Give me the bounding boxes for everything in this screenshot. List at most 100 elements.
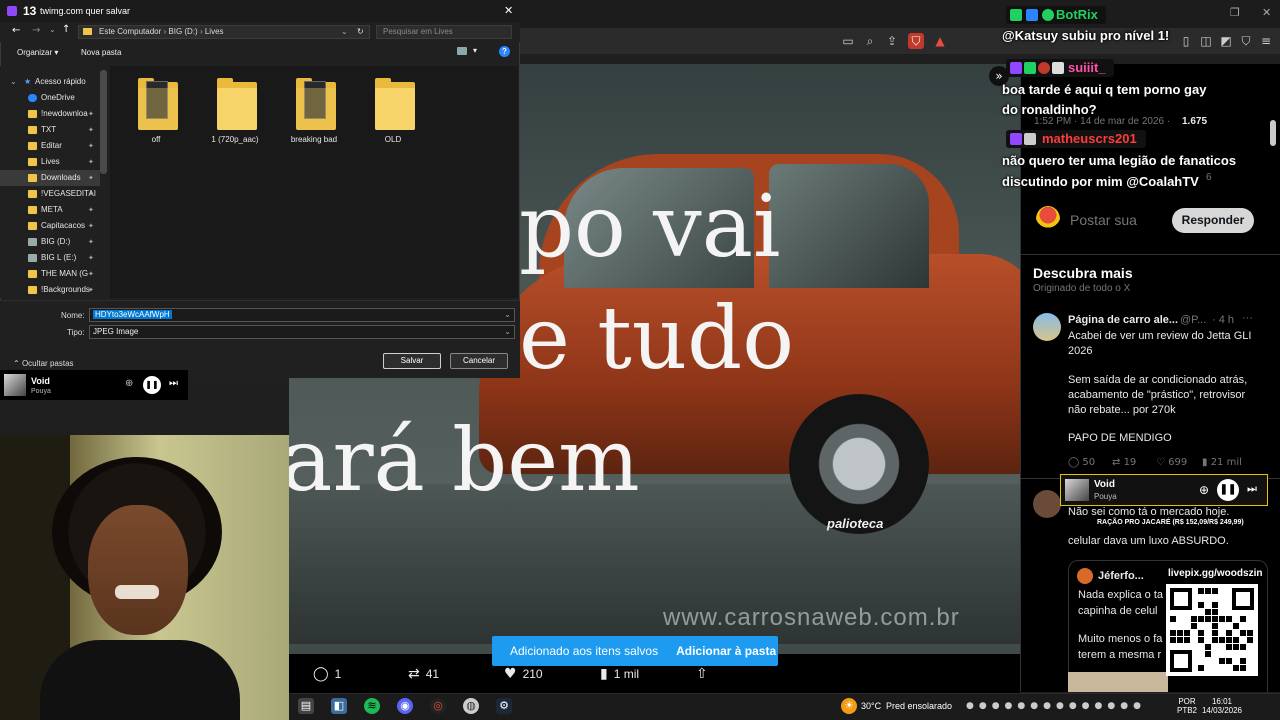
reply-action[interactable]: ◯ 1 (313, 666, 341, 682)
share-action[interactable]: ⇧ (696, 666, 708, 682)
nav-item[interactable]: META ✦ (0, 202, 100, 218)
nav-item[interactable]: TXT ✦ (0, 122, 100, 138)
nav-item[interactable]: OneDrive (0, 90, 100, 106)
dialog-close-icon[interactable]: ✕ (504, 0, 513, 22)
close-window-icon[interactable]: ✕ (1262, 6, 1271, 19)
menu-icon[interactable]: ≡ (1258, 33, 1274, 49)
repost-action[interactable]: ⇄ 41 (408, 666, 439, 682)
qr-module (1212, 616, 1218, 622)
file-item[interactable]: 1 (720p_aac) (200, 72, 270, 152)
breadcrumb-2[interactable]: Lives (205, 27, 224, 36)
chevron-down-icon[interactable]: ⌄ (341, 26, 348, 38)
zoom-icon[interactable]: ⌕ (862, 33, 878, 49)
nav-item[interactable]: ⌄ ★ Acesso rápido (0, 74, 100, 90)
post1-more-icon[interactable]: ··· (1242, 311, 1253, 326)
screen-icon[interactable]: ▭ (840, 33, 856, 49)
chevron-down-icon[interactable]: ⌄ (504, 326, 511, 338)
breadcrumb-1[interactable]: BIG (D:) (168, 27, 197, 36)
next-track-icon[interactable]: ⏭ (1247, 482, 1257, 496)
pause-icon[interactable]: ❚❚ (143, 376, 161, 394)
filename-input[interactable]: HDYto3eWcAAfWpH ⌄ (89, 308, 515, 322)
qr-module (1198, 637, 1204, 643)
like-action[interactable]: ♥ 210 (504, 666, 543, 682)
nav-item[interactable]: !newdownloa ✦ (0, 106, 100, 122)
start-icon[interactable]: ▤ (298, 698, 314, 714)
views-action[interactable]: ▮ 1 mil (600, 666, 639, 682)
add-icon[interactable]: ⊕ (1199, 483, 1209, 497)
nav-item[interactable]: THE MAN (G ✦ (0, 266, 100, 282)
folder-icon (296, 78, 336, 130)
post1-author[interactable]: Página de carro ale... (1068, 313, 1178, 328)
add-to-folder-link[interactable]: Adicionar à pasta (676, 644, 776, 658)
up-icon[interactable]: ↑ (62, 24, 70, 35)
file-item[interactable]: OLD (358, 72, 428, 152)
sidebar-icon[interactable]: ▯ (1178, 33, 1194, 49)
nav-item[interactable]: Downloads ✦ (0, 170, 100, 186)
post1-replies[interactable]: ◯ 50 (1068, 457, 1095, 468)
post1-text2: Sem saída de ar condicionado atrás, acab… (1068, 374, 1248, 416)
next-track-icon[interactable]: ⏭ (169, 378, 178, 389)
nav-scrollbar[interactable] (100, 70, 107, 174)
save-button[interactable]: Salvar (383, 353, 441, 369)
dialog-search-input[interactable]: Pesquisar em Lives (376, 25, 512, 39)
post2-text1: Não sei como tá o mercado hoje. (1068, 506, 1230, 518)
chevron-down-icon[interactable]: ⌄ (10, 74, 17, 90)
add-icon[interactable]: ⊕ (125, 378, 133, 389)
reply-button[interactable]: Responder (1172, 208, 1254, 233)
nav-item[interactable]: BIG L (E:) ✦ (0, 250, 100, 266)
post1-avatar[interactable] (1033, 313, 1061, 341)
nav-item[interactable]: Editar ✦ (0, 138, 100, 154)
help-icon[interactable]: ? (499, 46, 510, 57)
breadcrumb[interactable]: Este Computador › BIG (D:) › Lives ⌄ ↻ (78, 25, 370, 39)
nav-item[interactable]: Lives ✦ (0, 154, 100, 170)
app-icon[interactable]: ◍ (463, 698, 479, 714)
refresh-icon[interactable]: ↻ (357, 26, 364, 38)
breadcrumb-0[interactable]: Este Computador (99, 27, 161, 36)
obs-icon[interactable]: ◎ (430, 698, 446, 714)
folder-icon (83, 28, 92, 35)
new-folder-button[interactable]: Nova pasta (81, 48, 121, 57)
back-icon[interactable]: ← (12, 25, 20, 36)
vpn-icon[interactable]: ⛉ (1238, 33, 1254, 49)
steam-icon[interactable]: ⚙ (496, 698, 512, 714)
brave-shield-icon[interactable]: ⛉ (908, 33, 924, 49)
cloud-icon (28, 94, 37, 102)
input-language[interactable]: POR PTB2 (1177, 697, 1197, 715)
organize-button[interactable]: Organizar ▾ (17, 48, 58, 57)
view-icon[interactable] (457, 47, 467, 55)
nav-item[interactable]: BIG (D:) ✦ (0, 234, 100, 250)
qr-module (1191, 623, 1197, 629)
file-item[interactable]: off (121, 72, 191, 152)
reply-input[interactable]: Postar sua (1070, 212, 1137, 228)
recent-dropdown-icon[interactable]: ⌄ (49, 25, 56, 34)
file-item[interactable]: breaking bad (279, 72, 349, 152)
pause-icon[interactable]: ❚❚ (1217, 479, 1239, 501)
scrollbar-thumb[interactable] (1270, 120, 1276, 146)
extensions-icon[interactable]: ◩ (1218, 33, 1234, 49)
post2-avatar[interactable] (1033, 490, 1061, 518)
nav-item[interactable]: !VEGASEDITAI ✦ (0, 186, 100, 202)
system-tray-icons[interactable]: ●●●●●●●●●●●●●● (966, 701, 1146, 711)
chevron-down-icon[interactable]: ⌄ (504, 309, 511, 321)
clock[interactable]: 16:01 14/03/2026 (1200, 697, 1244, 715)
spotify-icon[interactable]: ≋ (364, 698, 380, 714)
restore-window-icon[interactable]: ❐ (1230, 6, 1240, 19)
rewards-icon[interactable]: ▲ (932, 33, 948, 49)
cancel-button[interactable]: Cancelar (450, 353, 508, 369)
post1-views[interactable]: ▮ 21 mil (1202, 457, 1242, 468)
files-icon[interactable]: ◧ (331, 698, 347, 714)
nav-item[interactable]: Capitacacos ✦ (0, 218, 100, 234)
discord-icon[interactable]: ◉ (397, 698, 413, 714)
share-icon[interactable]: ⇪ (884, 33, 900, 49)
weather-text[interactable]: Pred ensolarado (886, 701, 952, 711)
forward-icon[interactable]: → (32, 25, 40, 36)
temperature[interactable]: 30°C (861, 701, 881, 711)
nav-item[interactable]: !Backgrounds ✦ (0, 282, 100, 298)
wallet-icon[interactable]: ◫ (1198, 33, 1214, 49)
post1-reposts[interactable]: ⇄ 19 (1112, 457, 1136, 468)
view-dropdown-icon[interactable]: ▾ (473, 46, 477, 55)
dialog-toolbar: Organizar ▾ Nova pasta ▾ ? (0, 43, 520, 65)
post1-likes[interactable]: ♡ 699 (1156, 457, 1187, 468)
hide-folders-toggle[interactable]: ⌃ Ocultar pastas (13, 359, 74, 368)
filetype-select[interactable]: JPEG Image ⌄ (89, 325, 515, 339)
